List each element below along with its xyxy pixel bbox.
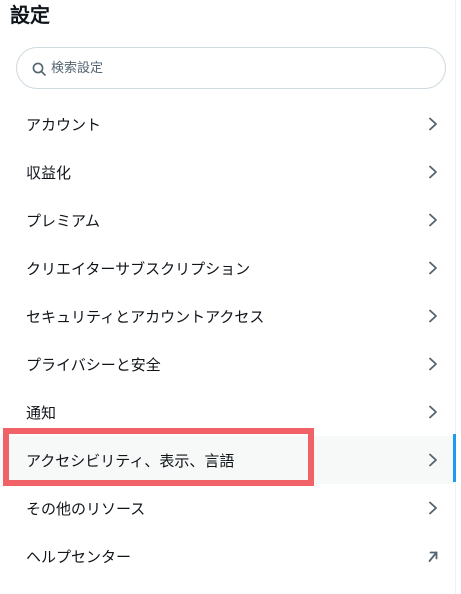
chevron-right-icon	[429, 453, 437, 467]
chevron-right-icon	[429, 213, 437, 227]
menu-item-label: アクセシビリティ、表示、言語	[26, 451, 235, 470]
menu-item-premium[interactable]: プレミアム	[0, 196, 455, 244]
chevron-right-icon	[429, 501, 437, 515]
menu-item-label: 通知	[26, 403, 57, 422]
menu-item-notifications[interactable]: 通知	[0, 388, 455, 436]
menu-item-label: ヘルプセンター	[26, 547, 132, 566]
menu-item-label: アカウント	[26, 115, 102, 134]
menu-item-additional-resources[interactable]: その他のリソース	[0, 484, 455, 532]
menu-item-privacy[interactable]: プライバシーと安全	[0, 340, 455, 388]
menu-item-creator-subscriptions[interactable]: クリエイターサブスクリプション	[0, 244, 455, 292]
settings-menu: アカウント 収益化 プレミアム クリエイターサブスクリプション セキュリティとア…	[0, 100, 455, 580]
external-arrow-icon	[428, 551, 438, 562]
menu-item-label: プレミアム	[26, 211, 100, 230]
active-indicator	[453, 434, 456, 482]
menu-item-label: 収益化	[26, 163, 72, 182]
search-input[interactable]	[51, 48, 431, 88]
menu-item-accessibility[interactable]: アクセシビリティ、表示、言語	[0, 436, 455, 484]
chevron-right-icon	[429, 309, 437, 323]
menu-item-label: クリエイターサブスクリプション	[26, 259, 251, 278]
chevron-right-icon	[429, 165, 437, 179]
chevron-right-icon	[429, 405, 437, 419]
settings-page: 設定 アカウント 収益化 プレミアム クリエイターサブスクリプション セキュリテ…	[0, 0, 461, 594]
chevron-right-icon	[429, 117, 437, 131]
chevron-right-icon	[429, 357, 437, 371]
menu-item-account[interactable]: アカウント	[0, 100, 455, 148]
menu-item-label: プライバシーと安全	[26, 355, 161, 374]
page-title: 設定	[10, 3, 50, 27]
menu-item-label: セキュリティとアカウントアクセス	[26, 307, 265, 326]
menu-item-help-center[interactable]: ヘルプセンター	[0, 532, 455, 580]
menu-item-label: その他のリソース	[26, 499, 146, 518]
menu-item-monetization[interactable]: 収益化	[0, 148, 455, 196]
chevron-right-icon	[429, 261, 437, 275]
menu-item-security[interactable]: セキュリティとアカウントアクセス	[0, 292, 455, 340]
column-divider	[455, 0, 456, 594]
search-icon	[32, 62, 46, 76]
search-box[interactable]	[16, 47, 446, 89]
